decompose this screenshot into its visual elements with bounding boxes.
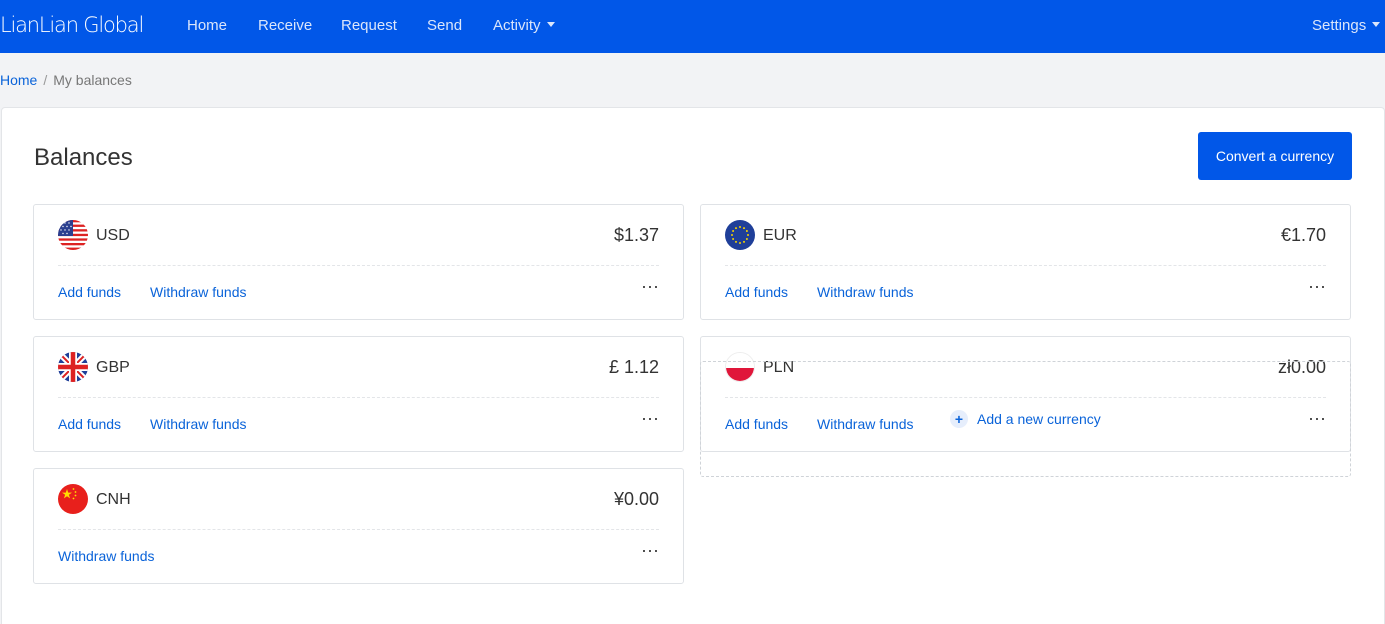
divider [58,529,659,530]
nav-request[interactable]: Request [341,17,397,34]
balance-card-cnh: CNH ¥0.00 Withdraw funds ··· [33,468,684,584]
nav-home[interactable]: Home [187,17,227,34]
nav-settings-label: Settings [1312,17,1367,34]
balance-amount: €1.70 [1280,225,1326,245]
caret-down-icon [546,22,555,27]
us-flag-icon [58,220,88,250]
nav-receive[interactable]: Receive [258,17,312,34]
balance-card-gbp: GBP £ 1.12 Add funds Withdraw funds ··· [33,336,684,452]
divider [58,265,659,266]
add-new-currency-card[interactable]: + Add a new currency [700,361,1351,477]
page-title: Balances [34,144,133,171]
top-navbar: LianLian Global Home Receive Request Sen… [0,0,1385,53]
add-funds-link[interactable]: Add funds [58,416,121,432]
lianlian-logo[interactable]: LianLian Global [0,13,144,37]
currency-code: GBP [96,359,130,376]
currency-code: CNH [96,491,131,508]
convert-currency-button[interactable]: Convert a currency [1198,132,1352,180]
add-funds-link[interactable]: Add funds [58,284,121,300]
nav-activity-label: Activity [493,17,541,34]
plus-circle-icon: + [950,410,968,428]
nav-send[interactable]: Send [427,17,462,34]
eu-flag-icon [725,220,755,250]
balance-card-eur: EUR €1.70 Add funds Withdraw funds ··· [700,204,1351,320]
cn-flag-icon [58,484,88,514]
add-funds-link[interactable]: Add funds [725,284,788,300]
divider [58,397,659,398]
withdraw-funds-link[interactable]: Withdraw funds [817,284,913,300]
withdraw-funds-link[interactable]: Withdraw funds [58,548,154,564]
nav-activity-dropdown[interactable]: Activity [493,17,555,34]
withdraw-funds-link[interactable]: Withdraw funds [150,416,246,432]
breadcrumb-home-link[interactable]: Home [0,72,37,88]
more-options-icon[interactable]: ··· [641,277,659,295]
balance-card-usd: USD $1.37 Add funds Withdraw funds ··· [33,204,684,320]
breadcrumb-separator: / [43,72,48,88]
balance-amount: £ 1.12 [608,357,659,377]
uk-flag-icon [58,352,88,382]
add-new-currency-label: Add a new currency [977,411,1101,427]
withdraw-funds-link[interactable]: Withdraw funds [150,284,246,300]
more-options-icon[interactable]: ··· [641,409,659,427]
breadcrumb: Home / My balances [0,72,132,88]
balance-amount: $1.37 [613,225,659,245]
more-options-icon[interactable]: ··· [1308,277,1326,295]
more-options-icon[interactable]: ··· [641,541,659,559]
caret-down-icon [1372,22,1381,27]
add-new-currency-content: + Add a new currency [950,410,1101,428]
nav-settings-dropdown[interactable]: Settings [1312,17,1381,34]
balance-amount: ¥0.00 [613,489,659,509]
currency-code: EUR [763,227,797,244]
divider [725,265,1326,266]
breadcrumb-current: My balances [53,72,132,88]
currency-code: USD [96,227,130,244]
